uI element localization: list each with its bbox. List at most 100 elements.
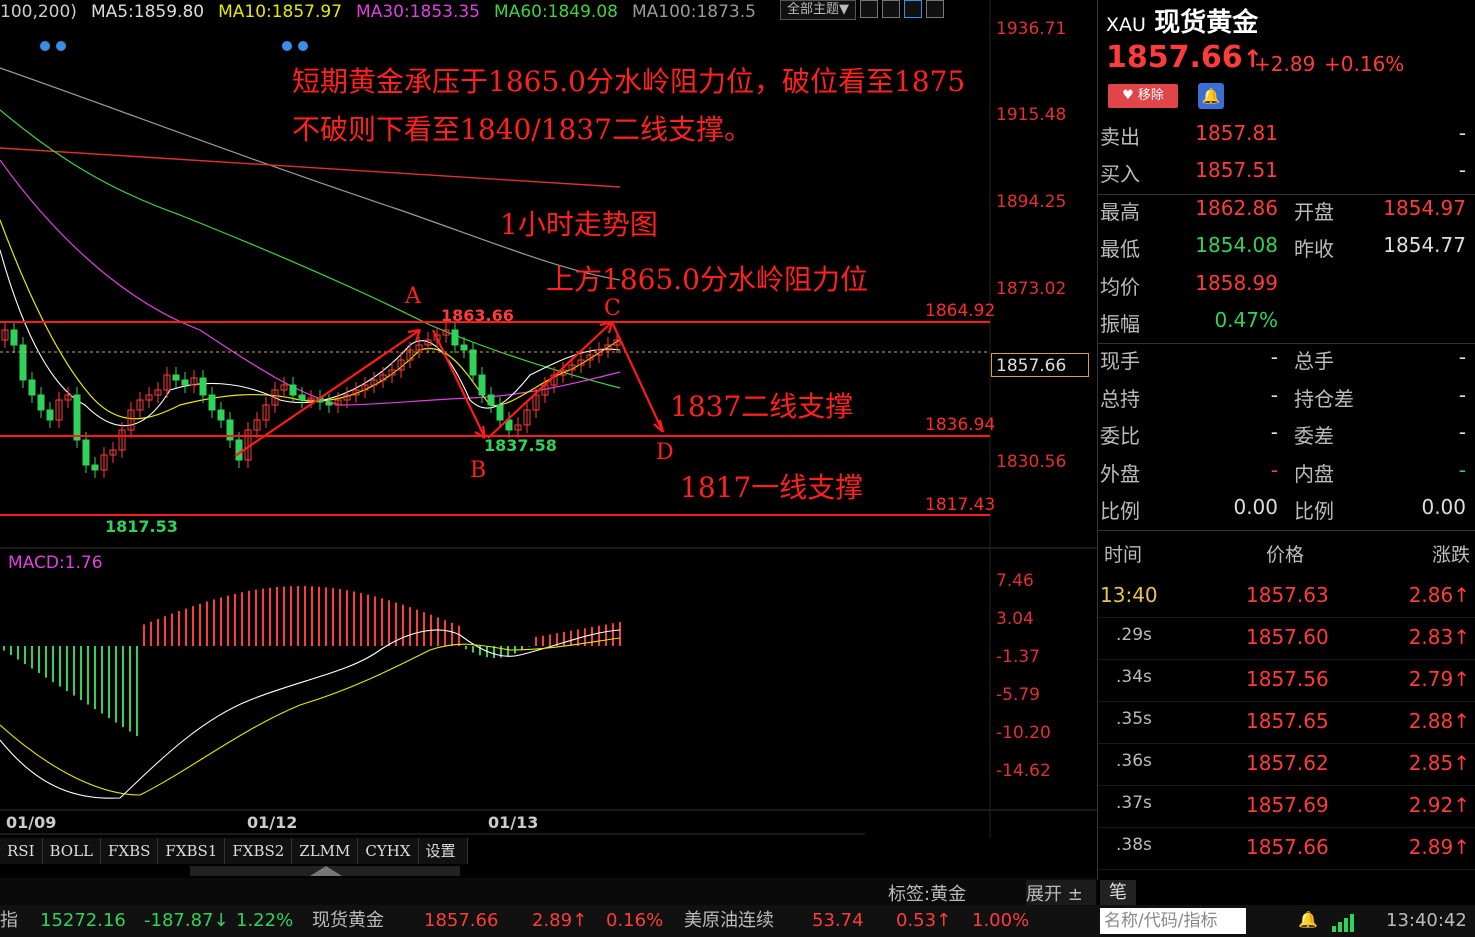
tick-change: 2.85↑ [1408,751,1470,775]
instrument-name: 现货黄金 [1154,8,1259,38]
instrument-symbol: XAU [1106,14,1146,36]
ma10-label: MA10:1857.97 [218,2,343,22]
expand-button[interactable]: 展开 ± [1026,880,1096,906]
candle-body [10,329,18,346]
divider [1098,193,1475,195]
split-icon[interactable] [926,0,944,18]
price-axis-tick: 1873.02 [996,279,1066,299]
tick-row: .29s 1857.60 2.83↑ [1098,617,1475,660]
candle-body [199,377,207,396]
macd-label: MACD:1.76 [8,553,103,573]
tick-change: 2.92↑ [1408,793,1470,817]
candle-body [289,384,297,396]
support1-value: 1817.43 [925,495,996,515]
quote-value-2: 1854.97 [1383,195,1466,220]
quote-label: 最高 [1100,199,1140,224]
bell-icon[interactable]: 🔔 [1198,83,1224,109]
price-axis-tick: 1936.71 [996,19,1066,39]
current-price-tag: 1857.66 [991,353,1089,377]
quote-value: 1862.86 [1195,195,1278,220]
candle-body [19,344,27,381]
resistance-value: 1864.92 [925,301,996,321]
tab-boll[interactable]: BOLL [42,838,102,864]
tab-settings[interactable]: 设置 [418,838,468,864]
grid-icon[interactable] [860,0,878,18]
quote-label: 最低 [1100,237,1140,262]
ma5-label: MA5:1859.80 [90,2,205,22]
scroll-thumb-icon[interactable] [310,866,342,876]
divider [1098,530,1475,532]
candle-body [487,394,495,406]
quote-row: 最低 1854.08 昨收 1854.77 [1098,233,1475,270]
ticker-item: 指 [0,910,18,931]
candle-body [469,349,477,376]
clock: 13:40:42 [1386,910,1467,931]
tab-fxbs[interactable]: FXBS [101,838,159,864]
tab-cyhx[interactable]: CYHX [358,838,419,864]
tick-change: 2.83↑ [1408,625,1470,649]
remove-watchlist-button[interactable]: ♥ 移除 [1108,84,1178,108]
quote-value-2: - [1458,457,1466,482]
tick-header: 时间 价格 涨跌 [1098,536,1475,570]
quote-label: 振幅 [1100,312,1140,336]
alert-bell-icon[interactable]: 🔔 [1298,910,1318,929]
quote-value: 1854.08 [1195,233,1278,258]
quote-label-2: 持仓差 [1294,386,1354,411]
tab-fxbs2[interactable]: FXBS2 [225,838,293,864]
quote-label-2: 总手 [1294,349,1334,374]
tick-row: .36s 1857.62 2.85↑ [1098,743,1475,786]
quote-panel: XAU 现货黄金 1857.66↑ +2.89 +0.16% ♥ 移除 🔔 卖出… [1097,0,1475,880]
tick-price: 1857.56 [1246,667,1329,691]
macd-axis-tick: -10.20 [996,723,1051,743]
chart-toolbar: 全部主题▼ [780,0,944,22]
market-ticker: 指 15272.16 -187.87↓ 1.22% 现货黄金 1857.66 2.89↑ 0.… [0,905,1475,937]
support2-value: 1836.94 [925,415,996,435]
tab-zlmm[interactable]: ZLMM [292,838,359,864]
tab-fxbs1[interactable]: FXBS1 [158,838,226,864]
quote-row: 均价 1858.99 [1098,271,1475,308]
quote-value: 1858.99 [1195,270,1278,295]
quote-value: - [1270,382,1278,407]
ticker-item: 0.53↑ [896,910,952,931]
search-input[interactable]: 名称/代码/指标 [1100,908,1246,934]
pen-tab[interactable]: 笔 [1100,880,1136,905]
tab-rsi[interactable]: RSI [0,838,43,864]
quote-label: 卖出 [1100,125,1140,149]
high-price-label: 1863.66 [441,306,514,325]
theme-select[interactable]: 全部主题▼ [780,0,856,20]
candle-body [37,394,45,411]
date-label-1: 01/09 [6,813,57,832]
candle-body [46,409,54,421]
tick-price: 1857.60 [1246,625,1329,649]
tick-header-time: 时间 [1104,544,1143,566]
layout-icon[interactable] [882,0,900,18]
ma-prefix: 100,200) [0,2,77,22]
chart-mode-icon[interactable] [904,0,922,18]
quote-label-2: 昨收 [1294,237,1334,262]
ma100-label: MA100:1873.5 [631,2,756,22]
ma60-label: MA60:1849.08 [494,2,618,22]
ma10-line [0,219,621,420]
quote-value: 1857.51 [1195,158,1278,183]
candle-body [451,329,459,346]
quote-value: 0.00 [1233,495,1278,519]
tick-time: .34s [1116,667,1152,687]
candle-body [181,379,189,386]
candle-body [82,439,90,466]
macd-dif-line [0,629,621,799]
chart-period-note: 1小时走势图 [500,208,658,241]
status-row: 标签:黄金 展开 ± [0,878,1097,906]
ticker-item: 1857.66 [424,910,499,931]
quote-label: 现手 [1100,349,1140,374]
point-a: A [405,284,421,309]
quote-label: 比例 [1100,499,1140,523]
resistance-note: 上方1865.0分水岭阻力位 [546,263,868,296]
support2-note: 1837二线支撑 [670,390,854,423]
tick-time: .29s [1116,625,1152,645]
quote-row: 现手 - 总手 - [1098,345,1475,382]
tick-change: 2.79↑ [1408,667,1470,691]
ticker-item: 现货黄金 [312,910,384,931]
remove-label: 移除 [1137,88,1164,103]
candle-body [28,379,36,396]
candle-body [496,404,504,421]
